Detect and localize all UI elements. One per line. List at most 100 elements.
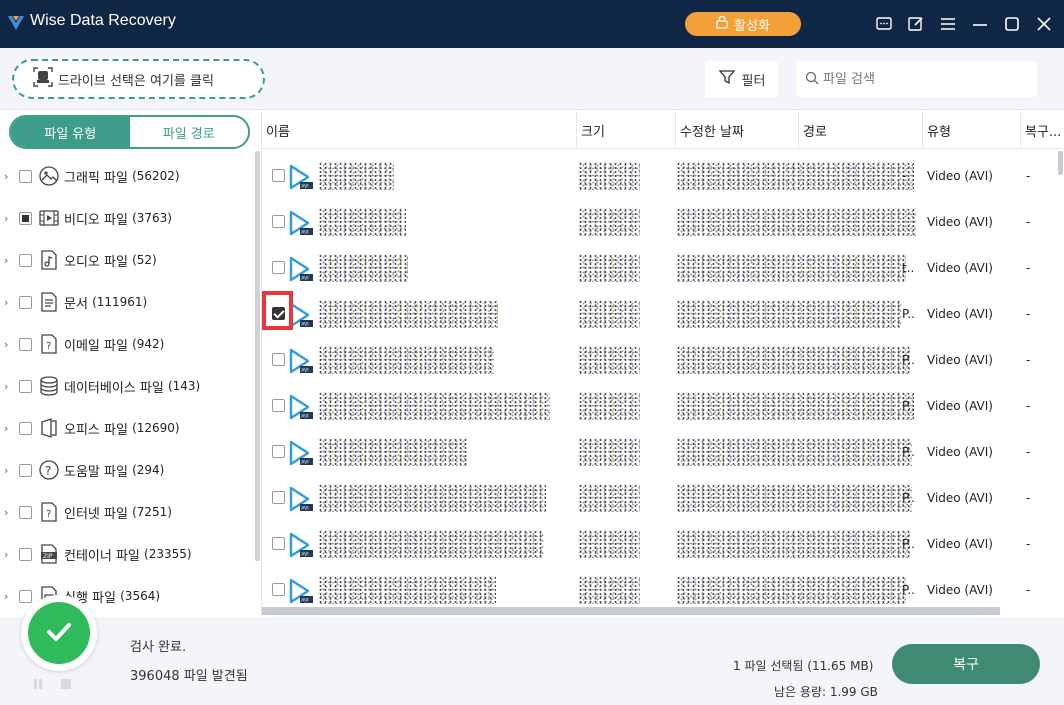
- column-type[interactable]: 유형: [922, 111, 1020, 149]
- table-row[interactable]: AVI P.. Video (AVI) -: [262, 521, 1052, 567]
- category-checkbox[interactable]: [19, 169, 32, 183]
- chevron-right-icon[interactable]: ›: [4, 464, 14, 477]
- avi-video-icon: AVI: [288, 577, 314, 605]
- activate-button[interactable]: 활성화: [685, 12, 801, 36]
- row-checkbox[interactable]: [272, 537, 285, 550]
- svg-text:AVI: AVI: [301, 368, 308, 374]
- vertical-scrollbar[interactable]: [1058, 151, 1063, 175]
- category-item-help[interactable]: › ? 도움말 파일 (294): [0, 449, 255, 491]
- category-scrollbar[interactable]: [255, 151, 260, 561]
- close-icon[interactable]: [1034, 14, 1054, 34]
- maximize-icon[interactable]: [1002, 14, 1022, 34]
- category-item-container[interactable]: › ZIP 컨테이너 파일 (23355): [0, 533, 255, 575]
- column-path[interactable]: 경로: [798, 111, 922, 149]
- chevron-right-icon[interactable]: ›: [4, 296, 14, 309]
- row-checkbox[interactable]: [272, 399, 285, 412]
- redacted-file-size: [578, 484, 640, 512]
- column-size[interactable]: 크기: [576, 111, 675, 149]
- row-checkbox[interactable]: [272, 445, 285, 458]
- table-row[interactable]: AVI P.. Video (AVI) -: [262, 337, 1052, 383]
- category-checkbox[interactable]: [19, 505, 32, 519]
- redacted-file-name: [318, 208, 406, 236]
- column-recoverability[interactable]: 복구...: [1020, 111, 1064, 149]
- path-tail: P..: [902, 307, 915, 321]
- search-input[interactable]: [823, 71, 1023, 87]
- redacted-file-name: [318, 254, 408, 282]
- category-item-database[interactable]: › 데이터베이스 파일 (143): [0, 365, 255, 407]
- category-checkbox[interactable]: [19, 589, 32, 603]
- table-row[interactable]: AVI P.. Video (AVI) -: [262, 429, 1052, 475]
- category-checkbox[interactable]: [19, 463, 32, 477]
- category-checkbox[interactable]: [19, 253, 32, 267]
- chevron-right-icon[interactable]: ›: [4, 212, 14, 225]
- chevron-right-icon[interactable]: ›: [4, 338, 14, 351]
- office-icon: [38, 417, 60, 439]
- minimize-icon[interactable]: [970, 14, 990, 34]
- file-type: Video (AVI): [927, 445, 993, 459]
- chevron-right-icon[interactable]: ›: [4, 422, 14, 435]
- pause-icon[interactable]: [32, 678, 44, 690]
- table-row[interactable]: AVI P.. Video (AVI) -: [262, 475, 1052, 521]
- column-modified[interactable]: 수정한 날짜: [675, 111, 798, 149]
- row-checkbox[interactable]: [272, 353, 285, 366]
- avi-video-icon: AVI: [288, 485, 314, 513]
- category-panel: 파일 유형 파일 경로 › 그래픽 파일 (56202) › 비디오 파일 (3…: [0, 111, 262, 617]
- table-row[interactable]: AVI P.. Video (AVI) -: [262, 291, 1052, 337]
- category-item-graphics[interactable]: › 그래픽 파일 (56202): [0, 155, 255, 197]
- svg-text:AVI: AVI: [301, 184, 308, 190]
- category-count: (12690): [132, 421, 180, 435]
- tab-file-type[interactable]: 파일 유형: [11, 117, 130, 147]
- edit-icon[interactable]: [906, 14, 926, 34]
- selection-summary: 1 파일 선택됨 (11.65 MB): [733, 659, 874, 673]
- category-checkbox[interactable]: [19, 421, 32, 435]
- menu-icon[interactable]: [938, 14, 958, 34]
- category-checkbox[interactable]: [19, 379, 32, 393]
- stop-icon[interactable]: [60, 678, 72, 690]
- chevron-right-icon[interactable]: ›: [4, 170, 14, 183]
- category-checkbox[interactable]: [19, 547, 32, 561]
- drive-select-button[interactable]: 드라이브 선택은 여기를 클릭: [12, 59, 265, 99]
- path-tail: -: [902, 169, 907, 183]
- search-box[interactable]: [797, 61, 1037, 97]
- redacted-file-path: [676, 392, 914, 420]
- column-name[interactable]: 이름: [262, 111, 576, 149]
- feedback-icon[interactable]: [874, 14, 894, 34]
- chevron-right-icon[interactable]: ›: [4, 590, 14, 603]
- row-checkbox[interactable]: [272, 491, 285, 504]
- table-row[interactable]: AVI t.. Video (AVI) -: [262, 245, 1052, 291]
- recoverability: -: [1026, 537, 1031, 551]
- redacted-file-path: [676, 576, 906, 604]
- chevron-right-icon[interactable]: ›: [4, 548, 14, 561]
- redacted-file-size: [578, 300, 640, 328]
- row-checkbox[interactable]: [272, 261, 285, 274]
- title-bar: Wise Data Recovery 활성화: [0, 0, 1064, 48]
- category-checkbox[interactable]: [19, 211, 32, 225]
- category-item-documents[interactable]: › 문서 (111961): [0, 281, 255, 323]
- recover-button[interactable]: 복구: [892, 644, 1040, 684]
- table-row[interactable]: AVI Video (AVI) -: [262, 199, 1052, 245]
- category-item-video[interactable]: › 비디오 파일 (3763): [0, 197, 255, 239]
- tab-file-path[interactable]: 파일 경로: [129, 117, 248, 147]
- category-item-office[interactable]: › 오피스 파일 (12690): [0, 407, 255, 449]
- row-checkbox[interactable]: [272, 169, 285, 182]
- category-tree: › 그래픽 파일 (56202) › 비디오 파일 (3763) › 오디오 파…: [0, 155, 255, 617]
- row-checkbox[interactable]: [272, 215, 285, 228]
- chevron-right-icon[interactable]: ›: [4, 380, 14, 393]
- redacted-file-size: [578, 162, 640, 190]
- table-row[interactable]: AVI P.. Video (AVI) -: [262, 383, 1052, 429]
- category-item-audio[interactable]: › 오디오 파일 (52): [0, 239, 255, 281]
- category-item-email[interactable]: › ? 이메일 파일 (942): [0, 323, 255, 365]
- database-icon: [38, 375, 60, 397]
- chevron-right-icon[interactable]: ›: [4, 254, 14, 267]
- redacted-file-name: [318, 392, 550, 420]
- table-row[interactable]: AVI - Video (AVI) -: [262, 153, 1052, 199]
- view-switch: 파일 유형 파일 경로: [9, 115, 250, 149]
- filter-button[interactable]: 필터: [705, 61, 778, 97]
- row-checkbox[interactable]: [272, 583, 285, 596]
- category-item-internet[interactable]: › ? 인터넷 파일 (7251): [0, 491, 255, 533]
- chevron-right-icon[interactable]: ›: [4, 506, 14, 519]
- horizontal-scrollbar[interactable]: [262, 607, 1000, 615]
- avi-video-icon: AVI: [288, 163, 314, 191]
- category-checkbox[interactable]: [19, 337, 32, 351]
- category-checkbox[interactable]: [19, 295, 32, 309]
